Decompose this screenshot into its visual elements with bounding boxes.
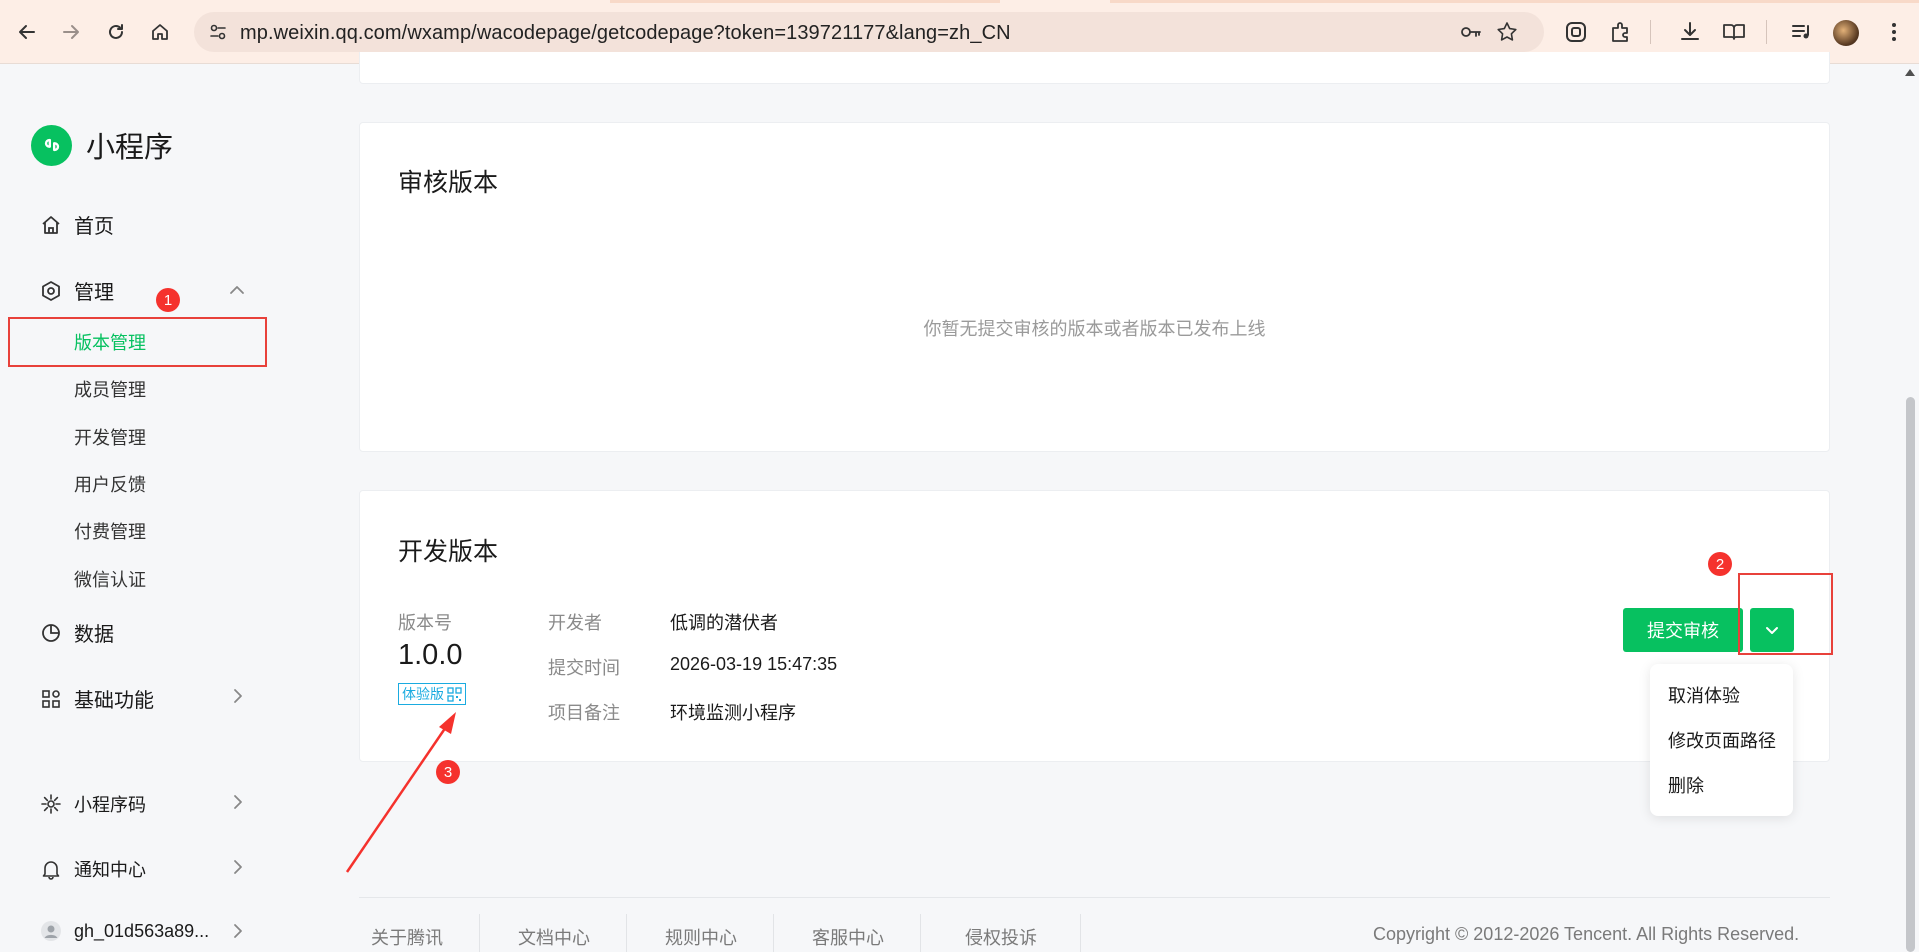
experience-tag-label: 体验版 bbox=[402, 686, 444, 702]
version-label: 版本号 bbox=[398, 613, 452, 633]
forward-icon[interactable] bbox=[56, 17, 86, 47]
bell-icon bbox=[42, 861, 60, 880]
footer-separator bbox=[479, 914, 480, 952]
nav-manage[interactable]: 管理 bbox=[40, 276, 114, 305]
nav-notifications[interactable]: 通知中心 bbox=[40, 856, 146, 882]
footer-separator bbox=[920, 914, 921, 952]
annotation-badge-1: 1 bbox=[156, 288, 180, 312]
download-icon[interactable] bbox=[1677, 19, 1703, 45]
developer-label: 开发者 bbox=[548, 613, 602, 633]
sidebar-item-payment-manage[interactable]: 付费管理 bbox=[74, 518, 146, 544]
review-version-card: 审核版本 你暂无提交审核的版本或者版本已发布上线 bbox=[359, 122, 1830, 452]
footer-link-rules[interactable]: 规则中心 bbox=[665, 924, 737, 950]
footer-link-about[interactable]: 关于腾讯 bbox=[371, 924, 443, 950]
url-text[interactable]: mp.weixin.qq.com/wxamp/wacodepage/getcod… bbox=[240, 22, 1011, 45]
sidebar: 小程序 首页 管理 版本管理 成员管理 开发管理 用户反馈 付费管理 微信认证 … bbox=[0, 64, 280, 952]
sidebar-item-feedback[interactable]: 用户反馈 bbox=[74, 471, 146, 497]
toolbar-divider bbox=[1650, 20, 1651, 44]
site-settings-icon[interactable] bbox=[208, 22, 228, 42]
chevron-right-icon[interactable] bbox=[228, 793, 246, 811]
nav-home[interactable]: 首页 bbox=[40, 210, 114, 239]
dev-version-title: 开发版本 bbox=[398, 538, 499, 566]
sidebar-item-member-manage[interactable]: 成员管理 bbox=[74, 376, 146, 402]
mini-code-icon bbox=[41, 794, 61, 814]
bookmark-star-icon[interactable] bbox=[1496, 21, 1518, 43]
back-icon[interactable] bbox=[12, 17, 42, 47]
nav-manage-label: 管理 bbox=[74, 282, 114, 304]
profile-avatar[interactable] bbox=[1833, 20, 1859, 46]
logo-text: 小程序 bbox=[86, 132, 174, 164]
toolbar-divider bbox=[1766, 20, 1767, 44]
tab-strip-edge bbox=[610, 0, 1000, 3]
account-entry[interactable]: gh_01d563a89... bbox=[40, 920, 209, 942]
nav-basic-features[interactable]: 基础功能 bbox=[40, 684, 154, 713]
home-icon bbox=[42, 215, 60, 234]
reload-icon[interactable] bbox=[101, 17, 131, 47]
sidebar-item-wechat-verify[interactable]: 微信认证 bbox=[74, 566, 146, 592]
tab-search-icon[interactable] bbox=[1563, 19, 1589, 45]
manage-hexagon-icon bbox=[42, 280, 60, 301]
nav-data-label: 数据 bbox=[74, 624, 114, 646]
review-version-title: 审核版本 bbox=[398, 169, 499, 197]
logo[interactable]: 小程序 bbox=[31, 124, 173, 166]
footer-separator bbox=[626, 914, 627, 952]
nav-notifications-label: 通知中心 bbox=[74, 860, 146, 880]
developer-value: 低调的潜伏者 bbox=[670, 613, 778, 633]
annotation-highlight-box bbox=[8, 317, 267, 367]
project-note-label: 项目备注 bbox=[548, 703, 620, 723]
menu-item-edit-page-path[interactable]: 修改页面路径 bbox=[1668, 727, 1776, 753]
chevron-up-icon[interactable] bbox=[228, 281, 246, 299]
tab-strip-edge bbox=[1110, 0, 1919, 3]
sidebar-item-dev-manage[interactable]: 开发管理 bbox=[74, 424, 146, 450]
dev-version-card: 开发版本 版本号 1.0.0 体验版 开发者 低调的潜伏者 提交时间 2026-… bbox=[359, 490, 1830, 762]
qr-code-icon bbox=[447, 686, 462, 702]
chevron-right-icon[interactable] bbox=[228, 858, 246, 876]
footer-separator bbox=[773, 914, 774, 952]
pie-chart-icon bbox=[42, 623, 60, 642]
user-avatar-icon bbox=[41, 921, 61, 941]
review-empty-message: 你暂无提交审核的版本或者版本已发布上线 bbox=[923, 319, 1266, 339]
nav-mini-code-label: 小程序码 bbox=[74, 795, 146, 815]
experience-version-tag[interactable]: 体验版 bbox=[398, 683, 466, 705]
copyright-text: Copyright © 2012-2026 Tencent. All Right… bbox=[1373, 924, 1800, 944]
annotation-highlight-box bbox=[1738, 573, 1833, 655]
media-control-icon[interactable] bbox=[1789, 19, 1815, 45]
nav-home-label: 首页 bbox=[74, 216, 114, 238]
account-name: gh_01d563a89... bbox=[74, 920, 210, 941]
footer-separator bbox=[1080, 914, 1081, 952]
annotation-badge-3: 3 bbox=[436, 760, 460, 784]
chevron-right-icon[interactable] bbox=[228, 687, 246, 705]
footer-link-docs[interactable]: 文档中心 bbox=[518, 924, 590, 950]
mini-program-logo-icon bbox=[31, 124, 72, 166]
password-key-icon[interactable] bbox=[1460, 22, 1482, 42]
grid-apps-icon bbox=[42, 689, 60, 708]
nav-data[interactable]: 数据 bbox=[40, 618, 114, 647]
footer-divider bbox=[359, 897, 1830, 898]
scrollbar-thumb[interactable] bbox=[1906, 397, 1915, 952]
reading-mode-icon[interactable] bbox=[1721, 19, 1747, 45]
more-actions-dropdown: 取消体验 修改页面路径 删除 bbox=[1650, 664, 1793, 816]
annotation-badge-2: 2 bbox=[1708, 552, 1732, 576]
chevron-right-icon[interactable] bbox=[228, 922, 246, 940]
address-bar[interactable]: mp.weixin.qq.com/wxamp/wacodepage/getcod… bbox=[194, 12, 1544, 52]
more-menu-icon[interactable] bbox=[1884, 20, 1904, 44]
footer-link-infringement[interactable]: 侵权投诉 bbox=[965, 924, 1037, 950]
nav-mini-code[interactable]: 小程序码 bbox=[40, 791, 146, 817]
project-note-value: 环境监测小程序 bbox=[670, 703, 796, 723]
version-number: 1.0.0 bbox=[398, 639, 463, 671]
previous-card bbox=[359, 52, 1830, 84]
scroll-up-arrow-icon[interactable] bbox=[1904, 67, 1916, 77]
submit-time-value: 2026-03-19 15:47:35 bbox=[670, 654, 838, 674]
footer-link-support[interactable]: 客服中心 bbox=[812, 924, 884, 950]
extensions-icon[interactable] bbox=[1608, 19, 1634, 45]
menu-item-delete[interactable]: 删除 bbox=[1668, 772, 1704, 798]
menu-item-cancel-experience[interactable]: 取消体验 bbox=[1668, 682, 1740, 708]
home-icon[interactable] bbox=[145, 17, 175, 47]
nav-basic-features-label: 基础功能 bbox=[74, 690, 154, 712]
submit-review-button[interactable]: 提交审核 bbox=[1623, 608, 1743, 652]
submit-time-label: 提交时间 bbox=[548, 658, 620, 678]
